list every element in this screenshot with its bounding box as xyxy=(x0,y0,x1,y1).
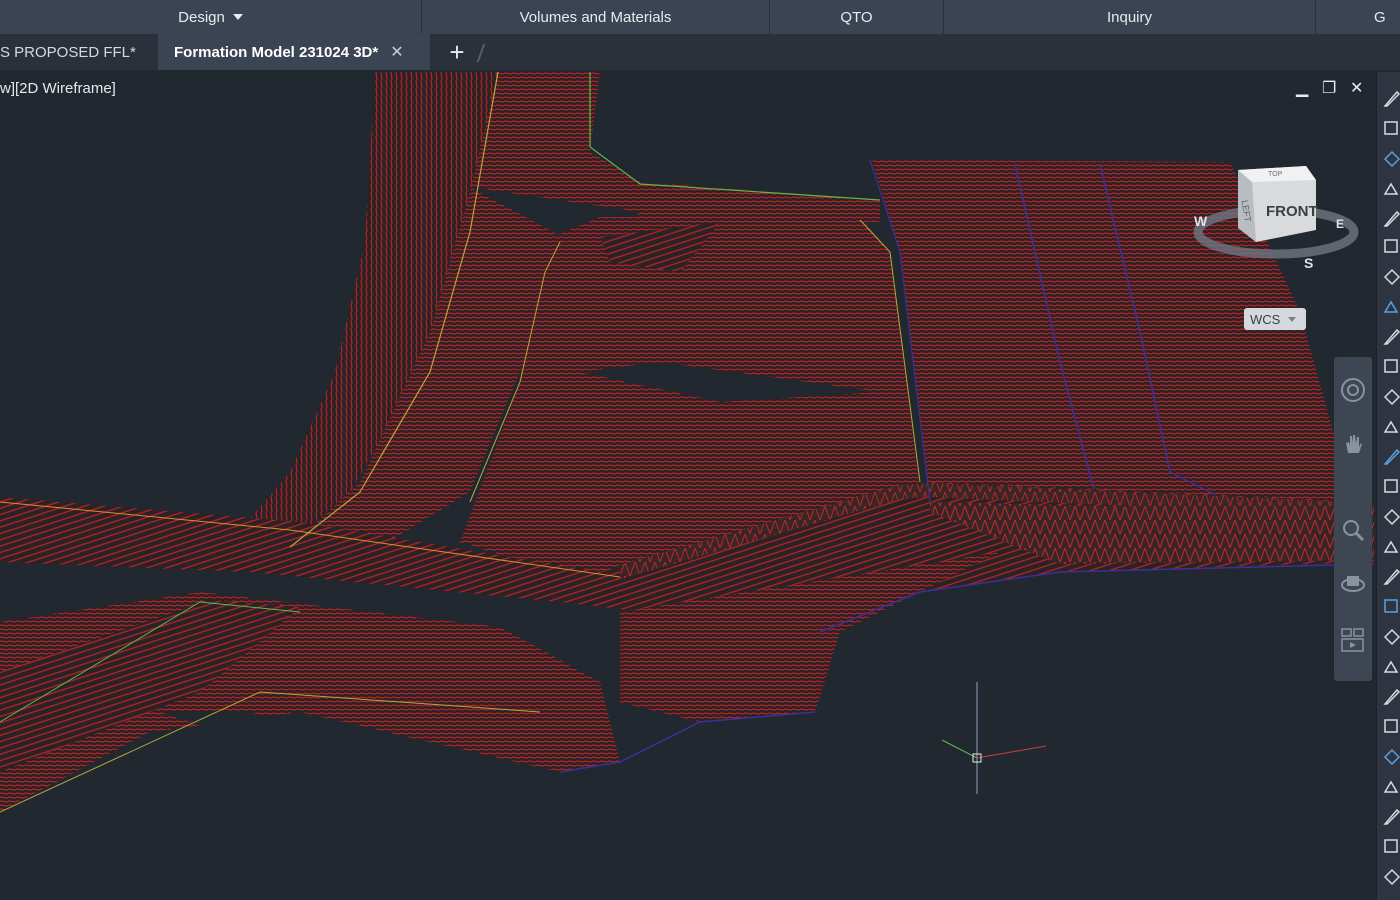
file-tabs-bar: S PROPOSED FFL* Formation Model 231024 3… xyxy=(0,34,1400,70)
palette-tool-icon[interactable] xyxy=(1383,508,1400,526)
palette-tool-icon[interactable] xyxy=(1383,358,1400,376)
palette-tool-icon[interactable] xyxy=(1383,478,1400,496)
palette-tool-icon[interactable] xyxy=(1383,298,1400,316)
palette-tool-icon[interactable] xyxy=(1383,90,1400,108)
palette-tool-icon[interactable] xyxy=(1383,628,1400,646)
palette-tool-icon[interactable] xyxy=(1383,658,1400,676)
palette-tool-icon[interactable] xyxy=(1383,238,1400,256)
g-label: G xyxy=(1374,8,1386,26)
tool-palette xyxy=(1376,72,1400,900)
minimize-icon[interactable]: ▁ xyxy=(1296,78,1308,98)
chevron-down-icon xyxy=(232,14,243,20)
design-label: Design xyxy=(178,8,225,26)
palette-tool-icon[interactable] xyxy=(1383,748,1400,766)
wireframe-drawing xyxy=(0,72,1374,813)
palette-tool-icon[interactable] xyxy=(1383,418,1400,436)
new-tab-button[interactable]: + xyxy=(444,34,470,70)
viewcube-front-face[interactable]: FRONT xyxy=(1266,203,1318,220)
navigation-bar xyxy=(1334,357,1372,681)
ribbon-panel-design[interactable]: Design xyxy=(0,0,422,34)
crosshair-cursor-icon xyxy=(941,682,1047,794)
palette-tool-icon[interactable] xyxy=(1383,328,1400,346)
palette-tool-icon[interactable] xyxy=(1383,538,1400,556)
palette-tool-icon[interactable] xyxy=(1383,778,1400,796)
palette-tool-icon[interactable] xyxy=(1383,180,1400,198)
ribbon-panel-g[interactable]: G xyxy=(1316,0,1400,34)
ribbon-panel-volumes-materials[interactable]: Volumes and Materials xyxy=(422,0,770,34)
close-icon[interactable]: ✕ xyxy=(390,42,403,62)
viewport-style-label[interactable]: w][2D Wireframe] xyxy=(0,80,116,97)
ribbon-panel-bar: Design Volumes and Materials QTO Inquiry… xyxy=(0,0,1400,35)
tab-formation-model[interactable]: Formation Model 231024 3D* ✕ xyxy=(158,34,430,70)
tab-proposed-ffl[interactable]: S PROPOSED FFL* xyxy=(0,34,150,70)
palette-tool-icon[interactable] xyxy=(1383,120,1400,138)
tab-label: S PROPOSED FFL* xyxy=(0,43,136,61)
palette-tool-icon[interactable] xyxy=(1383,388,1400,406)
compass-south[interactable]: S xyxy=(1304,255,1313,271)
qto-label: QTO xyxy=(840,8,873,26)
compass-west[interactable]: W xyxy=(1194,213,1208,229)
palette-tool-icon[interactable] xyxy=(1383,868,1400,886)
restore-icon[interactable]: ❐ xyxy=(1322,78,1336,98)
palette-tool-icon[interactable] xyxy=(1383,718,1400,736)
ucs-label: WCS xyxy=(1250,311,1281,327)
palette-tool-icon[interactable] xyxy=(1383,838,1400,856)
viewcube-top-face[interactable]: TOP xyxy=(1268,171,1283,178)
ucs-menu[interactable]: WCS xyxy=(1244,308,1306,330)
palette-tool-icon[interactable] xyxy=(1383,210,1400,228)
showmotion-icon[interactable] xyxy=(1340,627,1366,653)
viewcube[interactable]: FRONT LEFT TOP W S E xyxy=(1186,160,1366,290)
drawing-viewport[interactable]: w][2D Wireframe] ▁ ❐ ✕ FRONT LEFT TOP W … xyxy=(0,72,1374,900)
tab-label: Formation Model 231024 3D* xyxy=(174,43,379,61)
volumes-materials-label: Volumes and Materials xyxy=(519,8,672,26)
close-icon[interactable]: ✕ xyxy=(1350,78,1363,98)
palette-tool-icon[interactable] xyxy=(1383,568,1400,586)
orbit-icon[interactable] xyxy=(1340,571,1366,597)
ribbon-panel-inquiry[interactable]: Inquiry xyxy=(944,0,1316,34)
palette-tool-icon[interactable] xyxy=(1383,268,1400,286)
compass-east[interactable]: E xyxy=(1336,217,1344,231)
palette-tool-icon[interactable] xyxy=(1383,598,1400,616)
steering-wheel-icon[interactable] xyxy=(1340,377,1366,403)
chevron-down-icon xyxy=(1288,316,1297,322)
pan-hand-icon[interactable] xyxy=(1340,431,1366,457)
ribbon-panel-qto[interactable]: QTO xyxy=(770,0,944,34)
zoom-icon[interactable] xyxy=(1340,517,1366,543)
palette-tool-icon[interactable] xyxy=(1383,808,1400,826)
palette-tool-icon[interactable] xyxy=(1383,448,1400,466)
inquiry-label: Inquiry xyxy=(1106,8,1153,26)
palette-tool-icon[interactable] xyxy=(1383,688,1400,706)
palette-tool-icon[interactable] xyxy=(1383,150,1400,168)
